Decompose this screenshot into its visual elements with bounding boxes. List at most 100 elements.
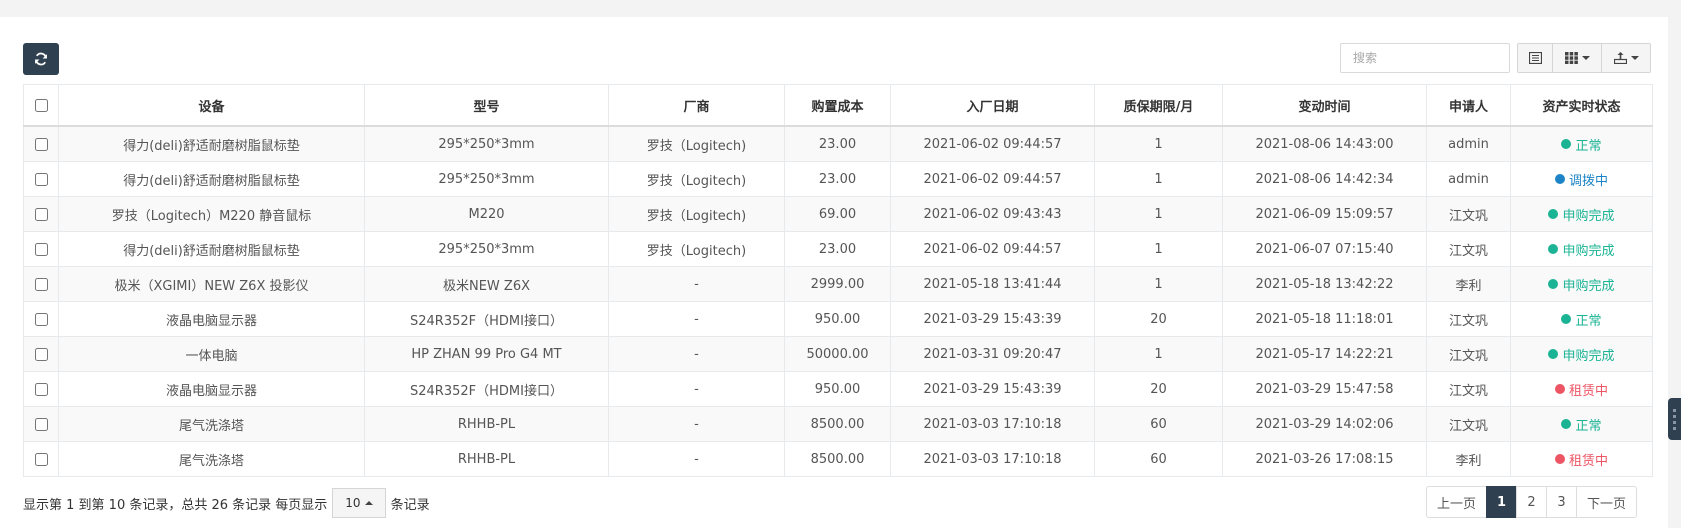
- cell-warranty: 1: [1094, 196, 1223, 232]
- cell-change-time: 2021-08-06 14:43:00: [1222, 125, 1427, 162]
- row-checkbox[interactable]: [34, 242, 48, 256]
- row-checkbox[interactable]: [34, 207, 48, 221]
- export-dropdown-button[interactable]: [1601, 43, 1651, 73]
- column-header-warranty[interactable]: 质保期限/月: [1094, 84, 1223, 127]
- cell-status: 正常: [1510, 125, 1653, 162]
- status-badge: 正常: [1561, 135, 1602, 154]
- cell-entry-date: 2021-05-18 13:41:44: [890, 266, 1095, 302]
- table-row[interactable]: 尾气洗涤塔 RHHB-PL -8500.00 2021-03-03 17:10:18 6…: [23, 441, 1653, 477]
- row-checkbox[interactable]: [34, 312, 48, 326]
- columns-dropdown-button[interactable]: [1552, 43, 1602, 73]
- cell-warranty: 1: [1094, 125, 1223, 162]
- cell-vendor: 罗技（Logitech): [608, 196, 785, 232]
- row-checkbox[interactable]: [34, 417, 48, 431]
- table-row[interactable]: 得力(deli)舒适耐磨树脂鼠标垫 295*250*3mm 罗技（Logitech)…: [23, 231, 1653, 267]
- column-header-entry-date[interactable]: 入厂日期: [890, 84, 1095, 127]
- cell-status: 申购完成: [1510, 336, 1653, 372]
- status-badge: 正常: [1561, 310, 1602, 329]
- row-checkbox[interactable]: [34, 172, 48, 186]
- cell-device: 液晶电脑显示器: [58, 301, 365, 337]
- next-page-button[interactable]: 下一页: [1576, 486, 1637, 518]
- cell-entry-date: 2021-06-02 09:44:57: [890, 161, 1095, 197]
- row-checkbox[interactable]: [34, 347, 48, 361]
- row-select-cell: [23, 125, 59, 162]
- toggle-view-button[interactable]: [1517, 43, 1553, 73]
- cell-cost: 2999.00: [784, 266, 891, 302]
- cell-entry-date: 2021-06-02 09:44:57: [890, 125, 1095, 162]
- status-badge: 正常: [1561, 415, 1602, 434]
- cell-status: 正常: [1510, 301, 1653, 337]
- cell-applicant: 江文巩: [1426, 231, 1511, 267]
- export-icon: [1613, 52, 1627, 64]
- chevron-down-icon: [1630, 56, 1639, 60]
- column-header-vendor[interactable]: 厂商: [608, 84, 785, 127]
- page-button-3[interactable]: 3: [1546, 486, 1577, 518]
- cell-applicant: 江文巩: [1426, 336, 1511, 372]
- status-label: 租赁中: [1568, 383, 1608, 399]
- cell-cost: 8500.00: [784, 406, 891, 442]
- cell-status: 调拨中: [1510, 161, 1653, 197]
- page-size-dropdown[interactable]: 10: [332, 488, 386, 518]
- cell-entry-date: 2021-03-29 15:43:39: [890, 371, 1095, 407]
- prev-page-button[interactable]: 上一页: [1426, 486, 1487, 518]
- cell-model: RHHB-PL: [364, 406, 609, 442]
- cell-applicant: 李利: [1426, 441, 1511, 477]
- status-dot-icon: [1548, 279, 1559, 289]
- cell-entry-date: 2021-06-02 09:44:57: [890, 231, 1095, 267]
- status-label: 申购完成: [1562, 278, 1615, 294]
- cell-model: S24R352F（HDMI接口）: [364, 371, 609, 407]
- table-row[interactable]: 罗技（Logitech）M220 静音鼠标 M220 罗技（Logitech) 69.…: [23, 196, 1653, 232]
- chevron-down-icon: [1581, 56, 1590, 60]
- select-all-checkbox[interactable]: [34, 98, 48, 112]
- row-checkbox[interactable]: [34, 277, 48, 291]
- table-row[interactable]: 尾气洗涤塔 RHHB-PL -8500.00 2021-03-03 17:10:18 6…: [23, 406, 1653, 442]
- status-dot-icon: [1554, 384, 1565, 394]
- page-button-2[interactable]: 2: [1516, 486, 1547, 518]
- table-row[interactable]: 得力(deli)舒适耐磨树脂鼠标垫 295*250*3mm 罗技（Logitech)…: [23, 161, 1653, 197]
- row-select-cell: [23, 196, 59, 232]
- row-checkbox[interactable]: [34, 382, 48, 396]
- page-button-1[interactable]: 1: [1486, 486, 1517, 518]
- status-label: 申购完成: [1562, 243, 1615, 259]
- search-input[interactable]: [1340, 43, 1510, 73]
- status-label: 正常: [1575, 418, 1602, 434]
- cell-applicant: 江文巩: [1426, 406, 1511, 442]
- table-row[interactable]: 得力(deli)舒适耐磨树脂鼠标垫 295*250*3mm 罗技（Logitech)…: [23, 125, 1653, 162]
- status-label: 正常: [1575, 138, 1602, 154]
- cell-vendor: -: [608, 406, 785, 442]
- cell-warranty: 20: [1094, 301, 1223, 337]
- status-dot-icon: [1561, 314, 1572, 324]
- table-row[interactable]: 液晶电脑显示器 S24R352F（HDMI接口） -950.00 2021-03-29…: [23, 371, 1653, 407]
- row-checkbox[interactable]: [34, 452, 48, 466]
- cell-change-time: 2021-06-09 15:09:57: [1222, 196, 1427, 232]
- cell-cost: 69.00: [784, 196, 891, 232]
- table-row[interactable]: 极米（XGIMI）NEW Z6X 投影仪 极米NEW Z6X -2999.00 202…: [23, 266, 1653, 302]
- cell-model: 295*250*3mm: [364, 231, 609, 267]
- cell-status: 申购完成: [1510, 231, 1653, 267]
- column-header-model[interactable]: 型号: [364, 84, 609, 127]
- cell-applicant: 江文巩: [1426, 301, 1511, 337]
- column-header-change-time[interactable]: 变动时间: [1222, 84, 1427, 127]
- table-row[interactable]: 一体电脑 HP ZHAN 99 Pro G4 MT -50000.00 2021-03…: [23, 336, 1653, 372]
- status-label: 申购完成: [1562, 208, 1615, 224]
- column-header-cost[interactable]: 购置成本: [784, 84, 891, 127]
- cell-status: 租赁中: [1510, 371, 1653, 407]
- refresh-button[interactable]: [23, 43, 59, 75]
- column-header-applicant[interactable]: 申请人: [1426, 84, 1511, 127]
- cell-applicant: admin: [1426, 125, 1511, 162]
- column-header-device[interactable]: 设备: [58, 84, 365, 127]
- cell-device: 得力(deli)舒适耐磨树脂鼠标垫: [58, 125, 365, 162]
- table-row[interactable]: 液晶电脑显示器 S24R352F（HDMI接口） -950.00 2021-03-29…: [23, 301, 1653, 337]
- row-select-cell: [23, 301, 59, 337]
- side-panel-handle[interactable]: [1668, 398, 1681, 440]
- status-dot-icon: [1548, 244, 1559, 254]
- cell-vendor: 罗技（Logitech): [608, 161, 785, 197]
- asset-table: 设备 型号 厂商 购置成本 入厂日期 质保期限/月 变动时间 申请人 资产实时状…: [23, 84, 1653, 477]
- cell-warranty: 1: [1094, 231, 1223, 267]
- column-header-status[interactable]: 资产实时状态: [1510, 84, 1653, 127]
- pagination-info-suffix: 条记录: [390, 497, 430, 513]
- cell-model: 295*250*3mm: [364, 161, 609, 197]
- row-checkbox[interactable]: [34, 137, 48, 151]
- refresh-icon: [35, 52, 47, 66]
- status-dot-icon: [1554, 454, 1565, 464]
